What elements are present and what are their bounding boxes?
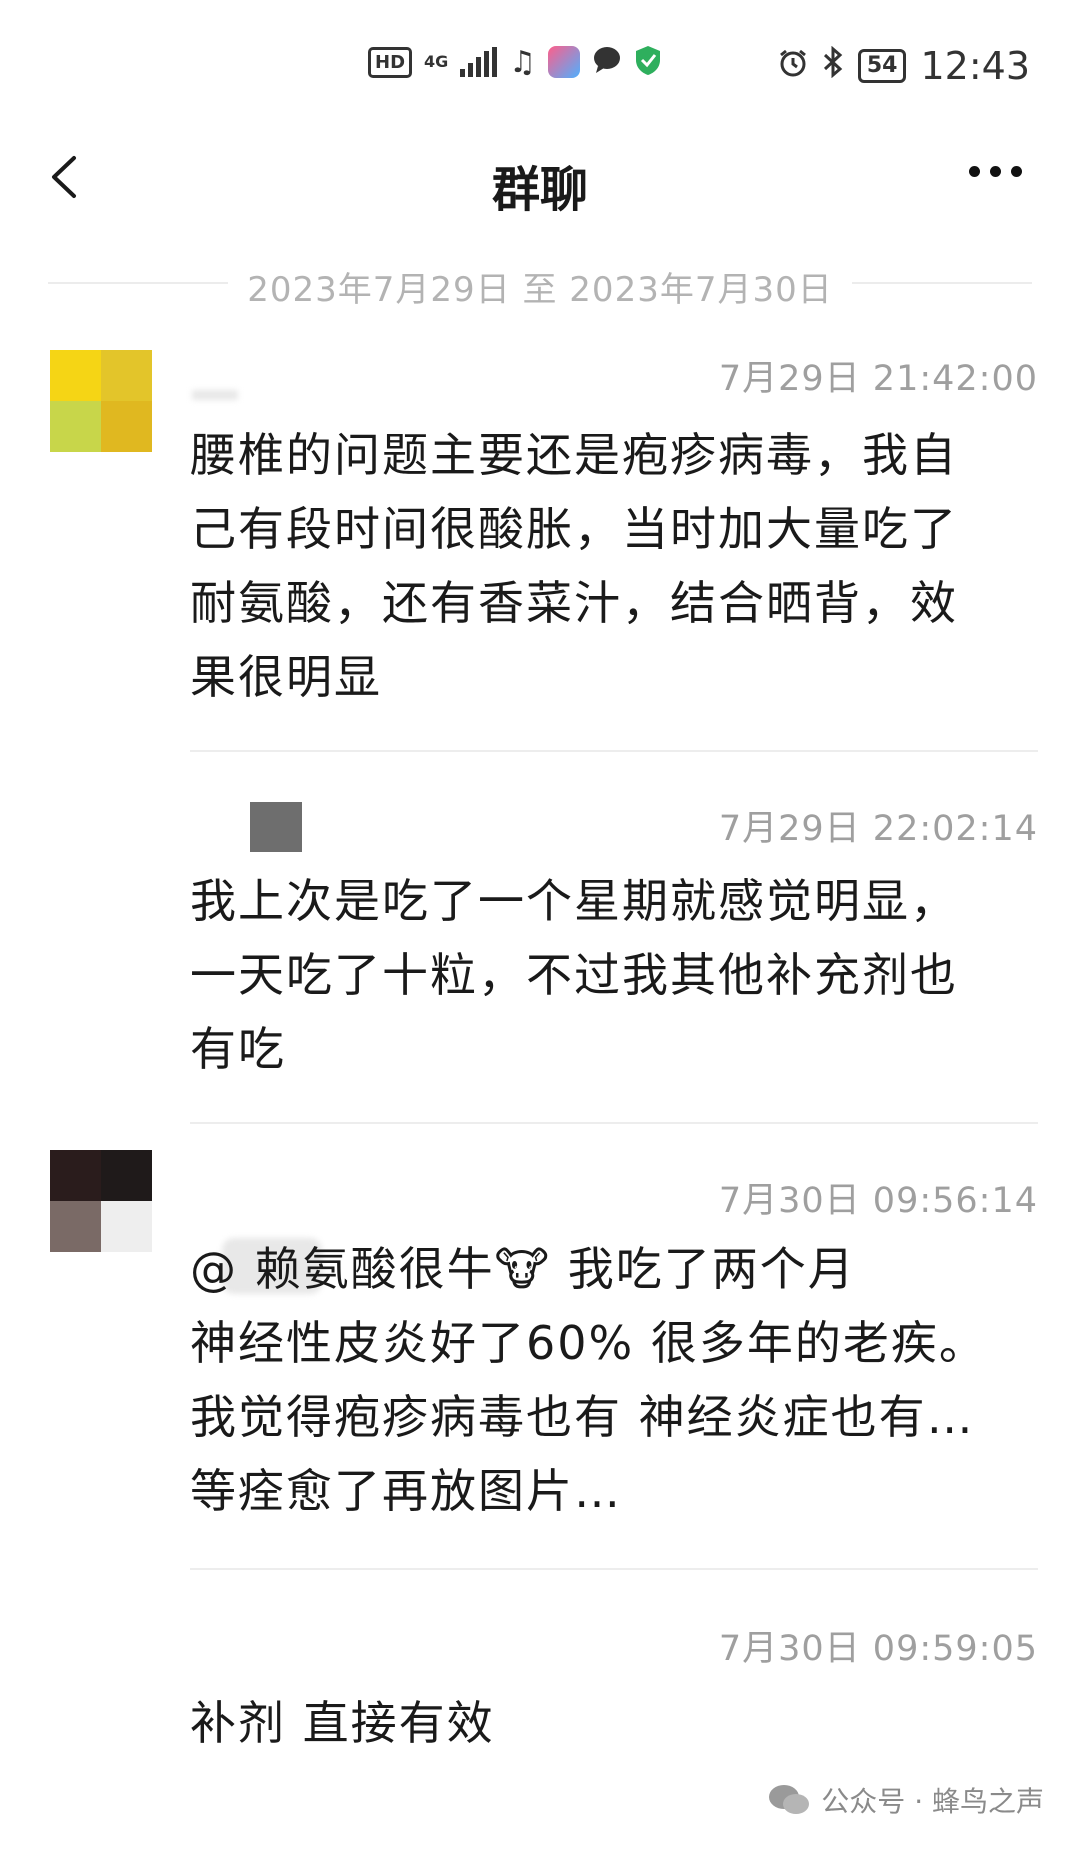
message-timestamp: 7月29日 21:42:00 (718, 359, 1038, 399)
message-bubble-icon (592, 45, 622, 79)
clock: 12:43 (920, 44, 1030, 88)
avatar[interactable] (50, 1150, 152, 1252)
date-range-text: 2023年7月29日 至 2023年7月30日 (247, 270, 833, 310)
status-left-icons: HD 4G ♫ (368, 44, 662, 80)
message-separator (190, 1122, 1038, 1124)
message-line: 有吃 (190, 1022, 286, 1076)
message-separator (190, 1568, 1038, 1570)
message-line: 补剂 直接有效 (190, 1696, 495, 1750)
more-dot (1011, 166, 1022, 177)
message-line: 等痊愈了再放图片… (190, 1464, 622, 1518)
shield-check-icon (634, 44, 662, 80)
message-separator (190, 750, 1038, 752)
date-range-divider: 2023年7月29日 至 2023年7月30日 (0, 258, 1080, 310)
message-timestamp: 7月29日 22:02:14 (718, 809, 1038, 849)
nav-bar: 群聊 (0, 130, 1080, 230)
message-line: 我觉得疱疹病毒也有 神经炎症也有… (190, 1390, 975, 1444)
alarm-icon (778, 46, 808, 87)
status-bar: HD 4G ♫ 54 12:43 (0, 0, 1080, 130)
more-dot (990, 166, 1001, 177)
music-icon: ♫ (509, 44, 537, 80)
message-line: 耐氨酸，还有香菜汁，结合晒背，效 (190, 576, 958, 630)
signal-icon (460, 47, 498, 77)
message-line: 腰椎的问题主要还是疱疹病毒，我自 (190, 428, 958, 482)
message-line: @ 赖氨酸很牛🐮 我吃了两个月 (190, 1242, 856, 1296)
hd-icon: HD (368, 46, 413, 78)
message-timestamp: 7月30日 09:56:14 (718, 1181, 1038, 1221)
message-line: 己有段时间很酸胀，当时加大量吃了 (190, 502, 958, 556)
message-text: 补剂 直接有效 (190, 1686, 1050, 1760)
message-text: 腰椎的问题主要还是疱疹病毒，我自 己有段时间很酸胀，当时加大量吃了 耐氨酸，还有… (190, 418, 1050, 714)
watermark: 公众号 · 蜂鸟之声 (767, 1780, 1044, 1820)
page-title: 群聊 (491, 162, 588, 218)
sender-name-redacted (192, 390, 238, 400)
status-right-icons: 54 12:43 (778, 44, 1030, 88)
message-line: 一天吃了十粒，不过我其他补充剂也 (190, 948, 958, 1002)
more-button[interactable] (969, 166, 1022, 177)
message-line: 我上次是吃了一个星期就感觉明显， (190, 874, 958, 928)
message-timestamp: 7月30日 09:59:05 (718, 1629, 1038, 1669)
watermark-text: 公众号 · 蜂鸟之声 (821, 1785, 1044, 1818)
message-text: 我上次是吃了一个星期就感觉明显， 一天吃了十粒，不过我其他补充剂也 有吃 (190, 864, 1050, 1086)
app-icon (548, 46, 581, 78)
message-line: 果很明显 (190, 650, 382, 704)
more-dot (969, 166, 980, 177)
avatar[interactable] (50, 350, 152, 452)
battery-indicator: 54 (857, 49, 907, 83)
bluetooth-icon (822, 45, 844, 87)
wechat-icon (769, 1785, 810, 1814)
sender-name-redacted (250, 802, 302, 852)
network-type-label: 4G (424, 52, 449, 71)
message-line: 神经性皮炎好了60% 很多年的老疾。 (190, 1316, 987, 1370)
message-text: @ 赖氨酸很牛🐮 我吃了两个月 神经性皮炎好了60% 很多年的老疾。 我觉得疱疹… (190, 1232, 1050, 1528)
